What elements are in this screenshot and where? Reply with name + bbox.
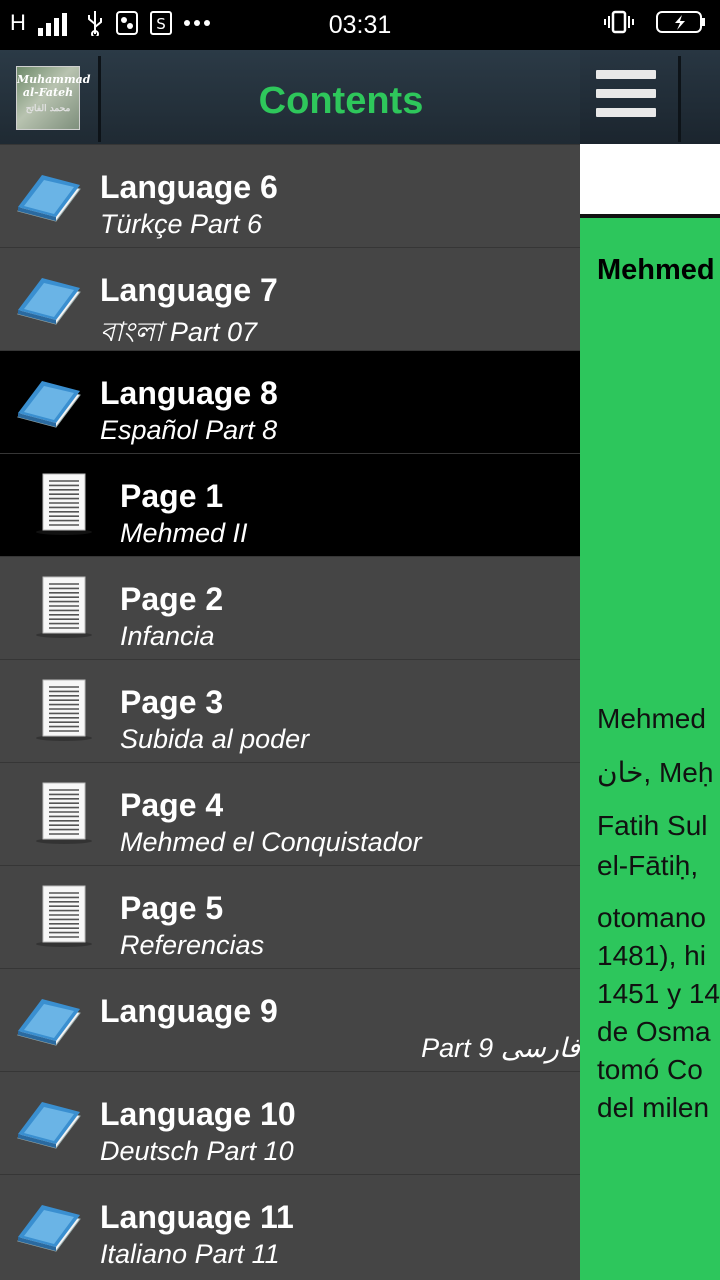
item-subtitle: Mehmed el Conquistador bbox=[120, 827, 422, 857]
item-title: Language 8 bbox=[100, 375, 278, 411]
book-icon bbox=[16, 1205, 82, 1258]
book-icon bbox=[16, 381, 82, 434]
book-icon bbox=[16, 278, 82, 331]
item-title: Page 4 bbox=[120, 787, 224, 823]
article-line: Fatih Sul bbox=[597, 810, 708, 841]
list-item-language-9[interactable]: Language 9 فارسی Part 9 bbox=[0, 968, 580, 1071]
item-subtitle: Türkçe Part 6 bbox=[100, 209, 263, 239]
item-title: Language 11 bbox=[100, 1199, 294, 1235]
item-subtitle: Mehmed II bbox=[120, 518, 248, 548]
document-icon bbox=[34, 781, 94, 850]
list-item-page-2[interactable]: Page 2 Infancia bbox=[0, 556, 580, 659]
item-subtitle: فارسی Part 9 bbox=[421, 1033, 580, 1063]
item-title: Language 10 bbox=[100, 1096, 296, 1132]
list-item-language-6[interactable]: Language 6 Türkçe Part 6 bbox=[0, 144, 580, 247]
menu-bar-icon bbox=[596, 70, 656, 79]
item-subtitle: Español Part 8 bbox=[100, 415, 278, 445]
document-icon bbox=[34, 678, 94, 747]
article-line: del milen bbox=[597, 1092, 710, 1123]
menu-bar-icon bbox=[596, 108, 656, 117]
article-line: 1451 y 14 bbox=[597, 978, 720, 1009]
item-title: Page 2 bbox=[120, 581, 224, 617]
article-line: Mehmed bbox=[597, 703, 706, 734]
item-title: Language 6 bbox=[100, 169, 278, 205]
logo-text: al-Fateh bbox=[22, 86, 74, 99]
hamburger-menu-button[interactable] bbox=[596, 70, 656, 126]
item-subtitle: Deutsch Part 10 bbox=[100, 1136, 294, 1166]
item-title: Language 7 bbox=[100, 272, 278, 308]
article-line: otomano bbox=[597, 902, 706, 933]
status-right-icons bbox=[604, 10, 706, 34]
item-title: Language 9 bbox=[100, 993, 278, 1029]
list-item-language-10[interactable]: Language 10 Deutsch Part 10 bbox=[0, 1071, 580, 1174]
document-icon bbox=[34, 575, 94, 644]
contents-list: Language 6 Türkçe Part 6 Language 7 বাংল… bbox=[0, 144, 580, 1277]
book-icon bbox=[16, 1102, 82, 1155]
list-item-language-11[interactable]: Language 11 Italiano Part 11 bbox=[0, 1174, 580, 1277]
article-line: el-Fātiḥ, bbox=[597, 850, 699, 881]
item-subtitle: Italiano Part 11 bbox=[100, 1239, 280, 1269]
document-icon bbox=[34, 472, 94, 541]
list-item-page-1[interactable]: Page 1 Mehmed II bbox=[0, 453, 580, 556]
main-banner bbox=[580, 144, 720, 218]
main-content: Mehmed Mehmed خان, Meḥ Fatih Sul el-Fāti… bbox=[580, 50, 720, 1280]
main-toolbar bbox=[580, 50, 720, 144]
item-subtitle: Subida al poder bbox=[120, 724, 310, 754]
item-title: Page 3 bbox=[120, 684, 224, 720]
item-title: Page 1 bbox=[120, 478, 224, 514]
item-subtitle: Infancia bbox=[120, 621, 215, 651]
document-icon bbox=[34, 884, 94, 953]
book-icon bbox=[16, 999, 82, 1052]
item-title: Page 5 bbox=[120, 890, 224, 926]
logo-text: Muhammad bbox=[17, 73, 91, 86]
article-line: de Osma bbox=[597, 1016, 711, 1047]
vibrate-icon bbox=[604, 10, 634, 34]
article-line: خان, Meḥ bbox=[597, 757, 714, 788]
article-panel[interactable]: Mehmed Mehmed خان, Meḥ Fatih Sul el-Fāti… bbox=[580, 218, 720, 1280]
list-item-language-8[interactable]: Language 8 Español Part 8 bbox=[0, 350, 580, 453]
menu-bar-icon bbox=[596, 89, 656, 98]
list-item-page-5[interactable]: Page 5 Referencias bbox=[0, 865, 580, 968]
toolbar-divider bbox=[678, 56, 681, 142]
drawer-title: Contents bbox=[258, 80, 424, 122]
item-subtitle: Referencias bbox=[120, 930, 265, 960]
article-line: tomó Co bbox=[597, 1054, 703, 1085]
article-line: 1481), hi bbox=[597, 940, 706, 971]
status-bar: H S 03:31 bbox=[0, 0, 720, 50]
battery-charging-icon bbox=[656, 11, 705, 33]
navigation-drawer: Muhammad al-Fateh محمد الفاتح Contents L… bbox=[0, 50, 580, 1280]
list-item-page-3[interactable]: Page 3 Subida al poder bbox=[0, 659, 580, 762]
drawer-header: Muhammad al-Fateh محمد الفاتح Contents bbox=[0, 50, 580, 144]
book-icon bbox=[16, 175, 82, 228]
app-logo[interactable]: Muhammad al-Fateh محمد الفاتح bbox=[16, 66, 91, 130]
list-item-language-7[interactable]: Language 7 বাংলা Part 07 bbox=[0, 247, 580, 350]
header-divider bbox=[98, 56, 101, 142]
list-item-page-4[interactable]: Page 4 Mehmed el Conquistador bbox=[0, 762, 580, 865]
logo-arabic-text: محمد الفاتح bbox=[25, 104, 71, 114]
article-heading: Mehmed bbox=[597, 254, 715, 286]
